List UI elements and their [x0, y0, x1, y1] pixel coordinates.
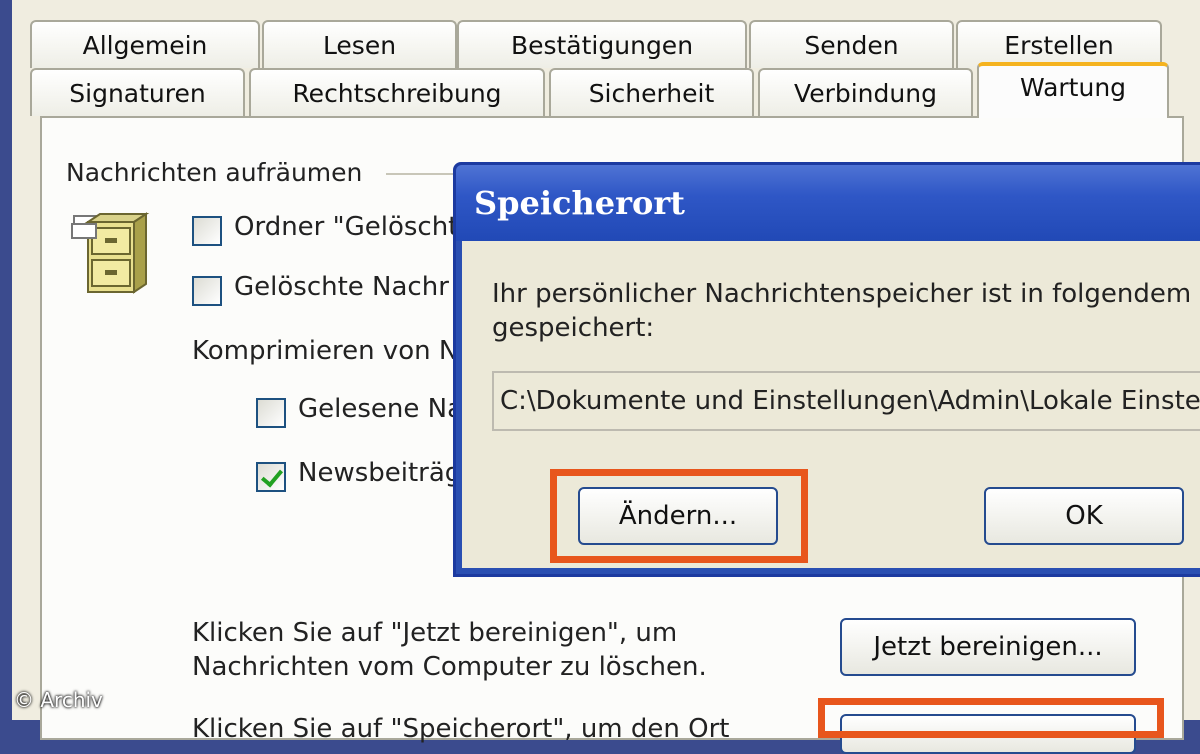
file-cabinet-icon — [70, 210, 150, 294]
tab-label: Bestätigungen — [510, 30, 694, 60]
store-location-text: Klicken Sie auf "Speicherort", um den Or… — [192, 714, 730, 744]
tab-rechtschreibung[interactable]: Rechtschreibung — [249, 68, 545, 116]
tab-label: Verbindung — [794, 78, 937, 108]
store-location-highlight — [818, 698, 1164, 738]
dialog-body: Ihr persönlicher Nachrichtenspeicher ist… — [462, 241, 1200, 568]
compress-label: Komprimieren von Na — [192, 336, 475, 366]
tab-label: Allgemein — [82, 30, 208, 60]
cleanup-text-line2: Nachrichten vom Computer zu löschen. — [192, 652, 707, 682]
change-button-highlight — [550, 469, 808, 563]
ok-button[interactable]: OK — [984, 487, 1184, 545]
option1-label: Ordner "Gelöscht — [234, 212, 459, 242]
tab-allgemein[interactable]: Allgemein — [30, 20, 260, 68]
image-credit: © Archiv — [14, 688, 103, 712]
tab-label: Signaturen — [69, 78, 206, 108]
cleanup-text-line1: Klicken Sie auf "Jetzt bereinigen", um — [192, 618, 678, 648]
dialog-message-line1: Ihr persönlicher Nachrichtenspeicher ist… — [492, 279, 1200, 309]
tab-lesen[interactable]: Lesen — [262, 20, 457, 68]
dialog-message: Ihr persönlicher Nachrichtenspeicher ist… — [492, 277, 1200, 345]
tab-label: Sicherheit — [588, 78, 715, 108]
tab-label: Erstellen — [1004, 30, 1114, 60]
tab-verbindung[interactable]: Verbindung — [758, 68, 973, 116]
tab-erstellen[interactable]: Erstellen — [956, 20, 1162, 68]
dialog-message-line2: gespeichert: — [492, 313, 655, 343]
sub-option2-label: Newsbeiträg — [298, 458, 462, 488]
store-path-field[interactable]: C:\Dokumente und Einstellungen\Admin\Lok… — [492, 371, 1200, 431]
dialog-title: Speicherort — [474, 184, 685, 222]
tab-sicherheit[interactable]: Sicherheit — [549, 68, 754, 116]
sub-option1-checkbox[interactable] — [256, 398, 286, 428]
tab-label: Rechtschreibung — [292, 78, 502, 108]
option1-checkbox[interactable] — [192, 216, 222, 246]
cleanup-now-button[interactable]: Jetzt bereinigen... — [840, 618, 1136, 676]
tab-senden[interactable]: Senden — [749, 20, 954, 68]
sub-option1-label: Gelesene Na — [298, 394, 464, 424]
group-title: Nachrichten aufräumen — [66, 158, 373, 187]
tab-signaturen[interactable]: Signaturen — [30, 68, 245, 116]
tab-bestaetigungen[interactable]: Bestätigungen — [457, 20, 747, 68]
option2-checkbox[interactable] — [192, 276, 222, 306]
sub-option2-checkbox[interactable] — [256, 462, 286, 492]
tab-label: Senden — [804, 30, 899, 60]
tab-label: Wartung — [1019, 72, 1127, 102]
option2-label: Gelöschte Nachr — [234, 272, 449, 302]
tab-label: Lesen — [322, 30, 397, 60]
tab-wartung[interactable]: Wartung — [977, 62, 1169, 118]
dialog-title-bar[interactable]: Speicherort — [456, 165, 1200, 241]
speicherort-dialog: Speicherort Ihr persönlicher Nachrichten… — [453, 162, 1200, 577]
